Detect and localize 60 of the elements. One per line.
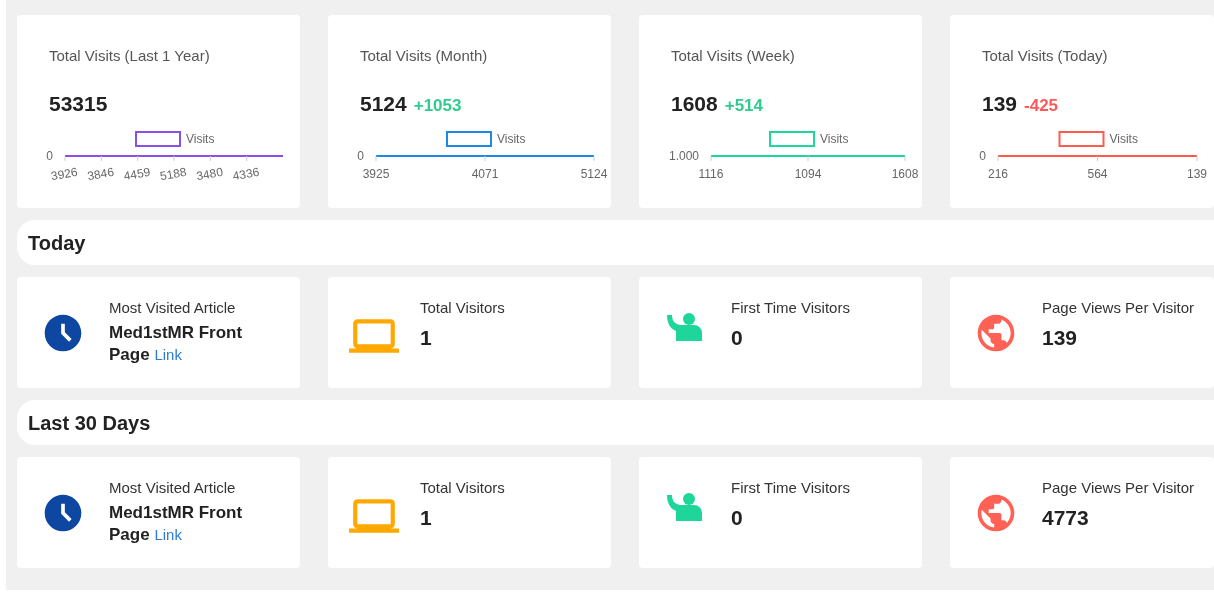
axis-tick-label: 564 [1087,166,1108,181]
axis-tick-label: 4336 [231,164,261,183]
article-title: Med1stMR Front Page Link [109,321,244,366]
axis-tick-label: 3846 [86,164,115,183]
axis-tick-label: 4071 [471,166,499,181]
card-title: Total Visits (Today) [981,46,1109,66]
metric-label: Page Views Per Visitor [1042,478,1195,498]
section-header: Today [17,220,1214,265]
metric-label: Most Visited Article [109,298,237,318]
axis-tick-label: 3926 [49,164,79,183]
axis-tick-label: 3925 [362,166,390,181]
stat-delta: +1053 [413,94,462,117]
metric-value: 0 [731,324,744,351]
stat-value: 5124 [360,90,407,117]
legend-label: Visits [186,131,215,146]
axis-tick-label: 5124 [580,166,608,181]
axis-tick-label: 5188 [158,164,188,183]
waving-person-icon [665,491,705,523]
axis-tick-label: 1116 [698,166,724,181]
metric-value: 139 [1042,324,1079,351]
metric-label: First Time Visitors [731,478,850,498]
axis-tick-label: 139 [1187,166,1207,181]
legend-swatch-icon [135,130,181,147]
legend-label: Visits [497,131,526,146]
axis-tick-label: 0 [979,148,986,163]
axis-tick-label: 1608 [891,166,919,181]
card-title: Total Visits (Week) [670,46,796,66]
section-header: Last 30 Days [17,400,1214,445]
axis-tick-label: 4459 [122,164,152,183]
metric-value: 4773 [1042,504,1090,531]
metric-value: 0 [731,504,744,531]
legend-swatch-icon [1058,130,1105,147]
metric-label: Total Visitors [420,298,505,318]
axis-tick-label: 1.000 [668,148,699,163]
axis-tick-label: 0 [357,148,364,163]
axis-tick-label: 1094 [794,166,822,181]
stat-delta: +514 [724,94,763,117]
metric-value: 1 [420,504,433,531]
legend-swatch-icon [769,130,815,147]
metric-label: First Time Visitors [731,298,850,318]
metric-label: Most Visited Article [109,478,237,498]
axis-tick-label: 216 [988,166,1008,181]
axis-tick-label: 0 [46,148,53,163]
card-title: Total Visits (Last 1 Year) [48,46,211,66]
axis-tick-label: 3480 [195,164,224,183]
article-title: Med1stMR Front Page Link [109,501,244,546]
metric-label: Total Visitors [420,478,505,498]
legend-swatch-icon [446,130,492,147]
metric-label: Page Views Per Visitor [1042,298,1195,318]
article-link[interactable]: Link [154,525,182,543]
stat-value: 139 [982,90,1018,117]
card-title: Total Visits (Month) [359,46,489,66]
waving-person-icon [665,311,705,343]
article-link[interactable]: Link [154,345,182,363]
legend-label: Visits [1109,131,1138,146]
metric-value: 1 [420,324,433,351]
legend-label: Visits [820,131,849,146]
stat-delta: -425 [1024,94,1059,117]
stat-value: 53315 [49,90,108,117]
stat-value: 1608 [671,90,718,117]
